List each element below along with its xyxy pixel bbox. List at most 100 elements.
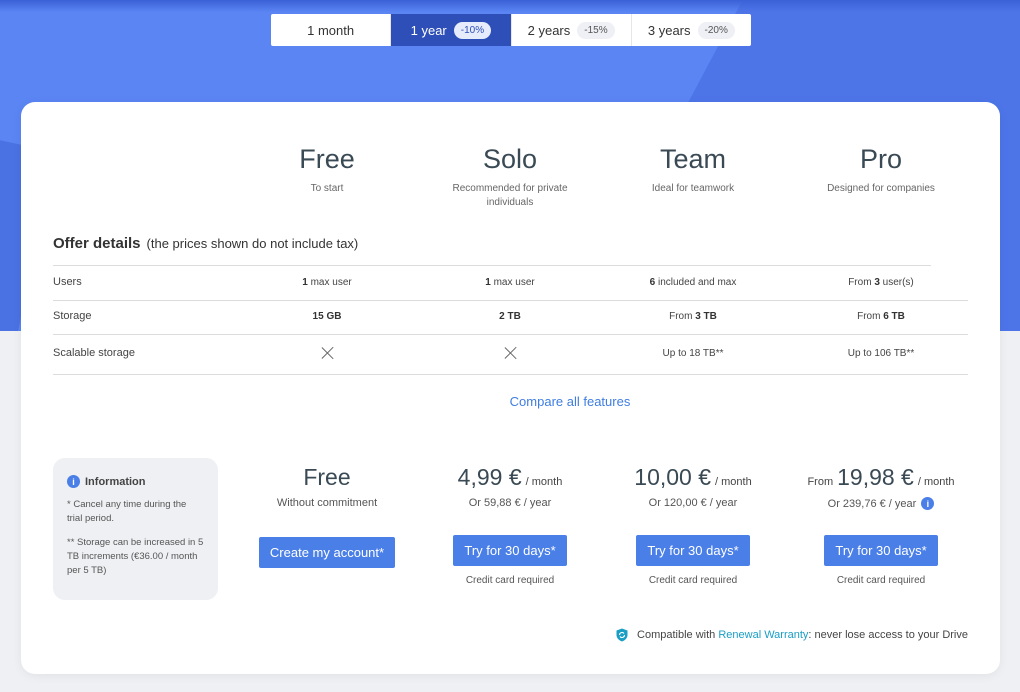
information-note-2: ** Storage can be increased in 5 TB incr…: [67, 537, 204, 576]
price-yearly: Or 120,00 € / year: [648, 497, 738, 509]
price-from: From: [807, 476, 834, 488]
cta-team: Try for 30 days* Credit card required: [598, 535, 788, 586]
price-amount: 4,99 €: [457, 464, 522, 490]
period-label: 3 years: [647, 22, 691, 38]
users-pro: From 3 user(s): [791, 277, 971, 288]
scalable-team: Up to 18 TB**: [662, 348, 724, 359]
renewal-text: Compatible with Renewal Warranty: never …: [637, 629, 968, 641]
users-free: 1 max user: [237, 277, 417, 288]
top-fade: [0, 0, 1020, 12]
storage-pro-prefix: From: [857, 311, 884, 322]
price-line: 4,99 € / month: [415, 464, 605, 491]
renewal-suffix: : never lose access to your Drive: [808, 629, 968, 641]
price-pro: From 19,98 € / month Or 239,76 € / year …: [786, 464, 976, 510]
price-amount: 10,00 €: [634, 464, 712, 490]
create-account-button[interactable]: Create my account*: [258, 537, 396, 568]
plan-name: Team: [659, 144, 727, 174]
renewal-warranty-link[interactable]: Renewal Warranty: [718, 629, 808, 641]
period-label: 2 years: [527, 22, 571, 38]
discount-badge: -15%: [577, 21, 615, 39]
offer-tax-note: (the prices shown do not include tax): [146, 236, 359, 251]
try-solo-button[interactable]: Try for 30 days*: [453, 535, 567, 566]
divider: [53, 265, 931, 266]
price-amount: Free: [303, 464, 351, 490]
period-option-1-year[interactable]: 1 year -10%: [391, 14, 512, 46]
plan-name: Pro: [859, 144, 903, 174]
compare-features-link[interactable]: Compare all features: [470, 394, 670, 409]
price-line: From 19,98 € / month: [786, 464, 976, 491]
users-solo: 1 max user: [420, 277, 600, 288]
period-option-2-years[interactable]: 2 years -15%: [512, 14, 632, 46]
renewal-prefix: Compatible with: [637, 629, 719, 641]
plan-name: Free: [299, 144, 355, 174]
users-team-text: included and max: [655, 277, 737, 288]
plan-description: Ideal for teamwork: [651, 183, 735, 194]
row-label-users: Users: [53, 276, 82, 288]
period-option-1-month[interactable]: 1 month: [271, 14, 392, 46]
storage-free-value: 15 GB: [312, 311, 342, 322]
try-team-button[interactable]: Try for 30 days*: [636, 535, 750, 566]
users-solo-text: max user: [490, 277, 535, 288]
shield-sync-icon: [616, 628, 628, 642]
info-icon[interactable]: i: [921, 497, 935, 510]
users-pro-text: user(s): [879, 277, 914, 288]
information-title: Information: [85, 475, 146, 488]
divider: [53, 374, 968, 375]
cta-solo: Try for 30 days* Credit card required: [415, 535, 605, 586]
cross-icon: [321, 346, 335, 360]
price-solo: 4,99 € / month Or 59,88 € / year: [415, 464, 605, 509]
plan-description: Designed for companies: [827, 183, 935, 194]
price-free: Free Without commitment: [232, 464, 422, 509]
storage-pro: From 6 TB: [791, 311, 971, 322]
plan-description: Recommended for private individuals: [452, 183, 568, 208]
cross-icon: [504, 346, 518, 360]
information-title-row: i Information: [67, 475, 204, 488]
plan-header-free: Free To start: [237, 144, 417, 196]
row-label-scalable-storage: Scalable storage: [53, 347, 135, 359]
divider: [53, 300, 968, 301]
credit-card-note: Credit card required: [465, 575, 555, 586]
period-label: 1 month: [307, 22, 355, 38]
pricing-card: Free To start Solo Recommended for priva…: [21, 102, 1000, 674]
row-label-storage: Storage: [53, 310, 92, 322]
price-yearly: Or 59,88 € / year: [468, 497, 552, 509]
storage-team: From 3 TB: [603, 311, 783, 322]
users-team: 6 included and max: [603, 277, 783, 288]
period-option-3-years[interactable]: 3 years -20%: [632, 14, 751, 46]
price-yearly-row: Or 239,76 € / year i: [786, 497, 976, 510]
storage-solo: 2 TB: [420, 311, 600, 322]
price-period: / month: [525, 476, 563, 488]
cta-pro: Try for 30 days* Credit card required: [786, 535, 976, 586]
storage-pro-value: 6 TB: [883, 311, 905, 322]
price-amount: 19,98 €: [837, 464, 914, 490]
storage-team-value: 3 TB: [695, 311, 717, 322]
storage-team-prefix: From: [669, 311, 696, 322]
renewal-warranty-note: Compatible with Renewal Warranty: never …: [615, 628, 968, 642]
plan-header-team: Team Ideal for teamwork: [603, 144, 783, 196]
offer-details-heading: Offer details (the prices shown do not in…: [53, 235, 358, 252]
information-note-1: * Cancel any time during the trial perio…: [67, 499, 187, 524]
credit-card-note: Credit card required: [648, 575, 738, 586]
price-period: / month: [917, 476, 955, 488]
users-free-text: max user: [307, 277, 352, 288]
price-period: / month: [715, 476, 752, 488]
billing-period-switch: 1 month 1 year -10% 2 years -15% 3 years…: [271, 14, 751, 46]
information-box: i Information * Cancel any time during t…: [53, 458, 218, 600]
discount-badge: -10%: [453, 21, 492, 39]
offer-title: Offer details: [53, 235, 141, 252]
period-label: 1 year: [410, 22, 447, 38]
cta-free: Create my account*: [232, 537, 422, 568]
plan-header-pro: Pro Designed for companies: [791, 144, 971, 196]
discount-badge: -20%: [697, 21, 735, 39]
price-subtext: Without commitment: [276, 497, 378, 509]
plan-header-solo: Solo Recommended for private individuals: [435, 144, 585, 210]
storage-free: 15 GB: [237, 311, 417, 322]
credit-card-note: Credit card required: [836, 575, 926, 586]
price-yearly: Or 239,76 € / year: [827, 497, 917, 510]
scalable-pro: Up to 106 TB**: [847, 348, 915, 359]
divider: [53, 334, 968, 335]
price-line: 10,00 € / month: [598, 464, 788, 491]
price-line: Free: [232, 464, 422, 491]
price-team: 10,00 € / month Or 120,00 € / year: [598, 464, 788, 509]
try-pro-button[interactable]: Try for 30 days*: [824, 535, 938, 566]
